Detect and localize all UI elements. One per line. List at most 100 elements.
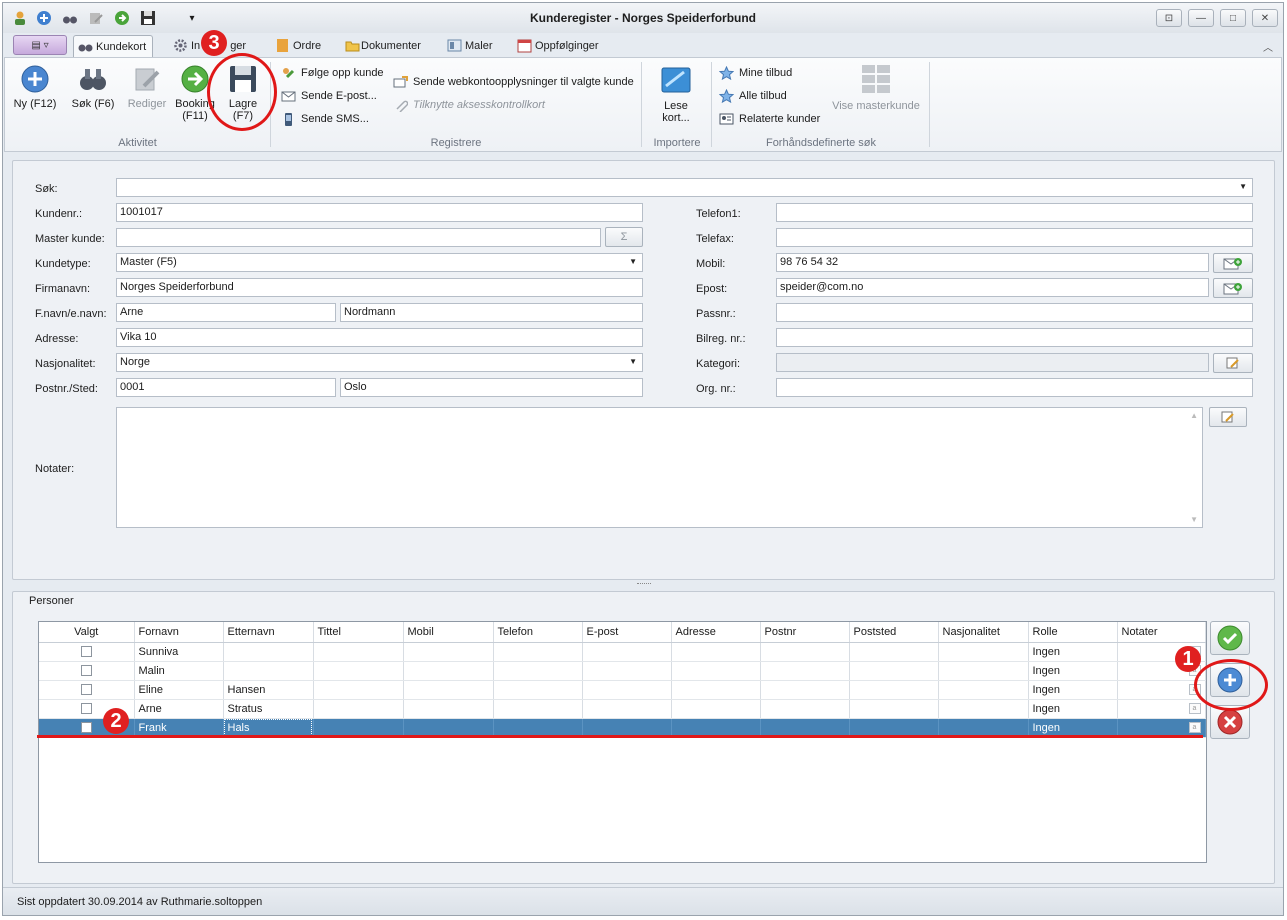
note-icon[interactable]: a: [1188, 722, 1201, 734]
postnr-field[interactable]: 0001: [116, 378, 336, 397]
valgt-checkbox[interactable]: [80, 703, 92, 715]
vise-masterkunde-button[interactable]: Vise masterkunde: [831, 64, 921, 112]
firmanavn-field[interactable]: Norges Speiderforbund: [116, 278, 643, 297]
relaterte-kunder-button[interactable]: Relaterte kunder: [719, 110, 820, 128]
cell-etternavn[interactable]: Stratus: [223, 699, 314, 719]
tab-oppfolginger[interactable]: Oppfølginger: [513, 35, 605, 57]
valgt-checkbox[interactable]: [80, 684, 92, 696]
column-header[interactable]: E-post: [582, 622, 672, 643]
fornavn-field[interactable]: Arne: [116, 303, 336, 322]
maximize-button[interactable]: □: [1220, 9, 1246, 27]
persons-grid[interactable]: Valgt Fornavn Etternavn Tittel Mobil Tel…: [38, 621, 1207, 863]
status-text: Sist oppdatert 30.09.2014 av Ruthmarie.s…: [17, 896, 263, 908]
dropdown-arrow-icon[interactable]: ▼: [629, 357, 637, 366]
cell-rolle[interactable]: Ingen: [1028, 661, 1118, 681]
cell-etternavn[interactable]: [223, 642, 314, 662]
etternavn-field[interactable]: Nordmann: [340, 303, 643, 322]
bilreg-field[interactable]: [776, 328, 1253, 347]
label-epost: Epost:: [696, 283, 728, 295]
table-row[interactable]: Arne Stratus Ingen a: [39, 699, 1206, 719]
cell-etternavn[interactable]: [223, 661, 314, 681]
master-kunde-field[interactable]: [116, 228, 601, 247]
valgt-checkbox[interactable]: [80, 722, 92, 734]
ny-button[interactable]: Ny (F12): [7, 64, 63, 110]
column-header[interactable]: Valgt: [39, 622, 135, 643]
collapse-ribbon-icon[interactable]: ︿: [1263, 39, 1273, 54]
mobil-field[interactable]: 98 76 54 32: [776, 253, 1209, 272]
column-header[interactable]: Mobil: [403, 622, 494, 643]
note-icon[interactable]: a: [1188, 703, 1201, 715]
dropdown-arrow-icon[interactable]: ▼: [1239, 182, 1247, 191]
folder-icon: [345, 38, 360, 53]
tilknytte-aksesskort-button[interactable]: Tilknytte aksesskontrollkort: [393, 96, 545, 114]
label-firmanavn: Firmanavn:: [35, 283, 91, 295]
sende-sms-button[interactable]: Sende SMS...: [281, 110, 369, 128]
column-header[interactable]: Adresse: [671, 622, 761, 643]
search-field[interactable]: ▼: [116, 178, 1253, 197]
cell-etternavn[interactable]: Hansen: [223, 680, 314, 700]
nasjonalitet-select[interactable]: Norge ▼: [116, 353, 643, 372]
orgnr-field[interactable]: [776, 378, 1253, 397]
cell-fornavn[interactable]: Eline: [134, 680, 224, 700]
column-header[interactable]: Fornavn: [134, 622, 224, 643]
lese-kort-button[interactable]: Lese kort...: [650, 64, 702, 124]
column-header[interactable]: Postnr: [760, 622, 850, 643]
group-label-importere: Importere: [653, 137, 701, 149]
column-header[interactable]: Rolle: [1028, 622, 1118, 643]
cell-rolle[interactable]: Ingen: [1028, 680, 1118, 700]
valgt-checkbox[interactable]: [80, 665, 92, 677]
cell-rolle[interactable]: Ingen: [1028, 642, 1118, 662]
tab-dokumenter[interactable]: Dokumenter: [341, 35, 427, 57]
column-header[interactable]: Etternavn: [223, 622, 314, 643]
alle-tilbud-button[interactable]: Alle tilbud: [718, 87, 787, 105]
scroll-down-icon[interactable]: ▼: [1190, 515, 1198, 524]
epost-field[interactable]: speider@com.no: [776, 278, 1209, 297]
sende-epost-button[interactable]: Sende E-post...: [281, 87, 377, 105]
restore-view-button[interactable]: ⊡: [1156, 9, 1182, 27]
cell-fornavn[interactable]: Malin: [134, 661, 224, 681]
scroll-up-icon[interactable]: ▲: [1190, 411, 1198, 420]
kundetype-select[interactable]: Master (F5) ▼: [116, 253, 643, 272]
adresse-field[interactable]: Vika 10: [116, 328, 643, 347]
table-row[interactable]: Sunniva Ingen a: [39, 642, 1206, 662]
table-row[interactable]: Eline Hansen Ingen a: [39, 680, 1206, 700]
send-sms-button[interactable]: [1213, 253, 1253, 273]
telefax-field[interactable]: [776, 228, 1253, 247]
tab-ordre[interactable]: Ordre: [271, 35, 327, 57]
passnr-field[interactable]: [776, 303, 1253, 322]
send-email-button[interactable]: [1213, 278, 1253, 298]
kategori-field[interactable]: [776, 353, 1209, 372]
table-row[interactable]: Malin Ingen a: [39, 661, 1206, 681]
telefon1-field[interactable]: [776, 203, 1253, 222]
splitter-grip[interactable]: [637, 583, 651, 585]
column-header[interactable]: Telefon: [493, 622, 583, 643]
dropdown-arrow-icon[interactable]: ▼: [629, 257, 637, 266]
rediger-button[interactable]: Rediger: [123, 64, 171, 110]
app-menu-button[interactable]: ▤ ▿: [13, 35, 67, 55]
column-header[interactable]: Notater: [1117, 622, 1206, 643]
close-button[interactable]: ✕: [1252, 9, 1278, 27]
mine-tilbud-button[interactable]: Mine tilbud: [718, 64, 792, 82]
edit-notes-button[interactable]: [1209, 407, 1247, 427]
notater-textarea[interactable]: ▲ ▼: [116, 407, 1203, 528]
sende-webkonto-button[interactable]: Sende webkontoopplysninger til valgte ku…: [393, 73, 634, 91]
column-header[interactable]: Tittel: [313, 622, 404, 643]
folge-opp-kunde-button[interactable]: Følge opp kunde: [281, 64, 384, 82]
kundenr-field[interactable]: 1001017: [116, 203, 643, 222]
sum-icon[interactable]: Σ: [605, 227, 643, 247]
follow-up-icon: [281, 66, 296, 80]
valgt-checkbox[interactable]: [80, 646, 92, 658]
column-header[interactable]: Nasjonalitet: [938, 622, 1029, 643]
sok-button[interactable]: Søk (F6): [67, 64, 119, 110]
tab-maler[interactable]: Maler: [443, 35, 499, 57]
minimize-button[interactable]: —: [1188, 9, 1214, 27]
confirm-button[interactable]: [1210, 621, 1250, 655]
tab-kundekort[interactable]: Kundekort: [73, 35, 154, 57]
column-header[interactable]: Poststed: [849, 622, 939, 643]
cell-fornavn[interactable]: Sunniva: [134, 642, 224, 662]
cell-fornavn[interactable]: Arne: [134, 699, 224, 719]
cell-rolle[interactable]: Ingen: [1028, 699, 1118, 719]
edit-kategori-button[interactable]: [1213, 353, 1253, 373]
star-icon: [718, 65, 735, 81]
sted-field[interactable]: Oslo: [340, 378, 643, 397]
